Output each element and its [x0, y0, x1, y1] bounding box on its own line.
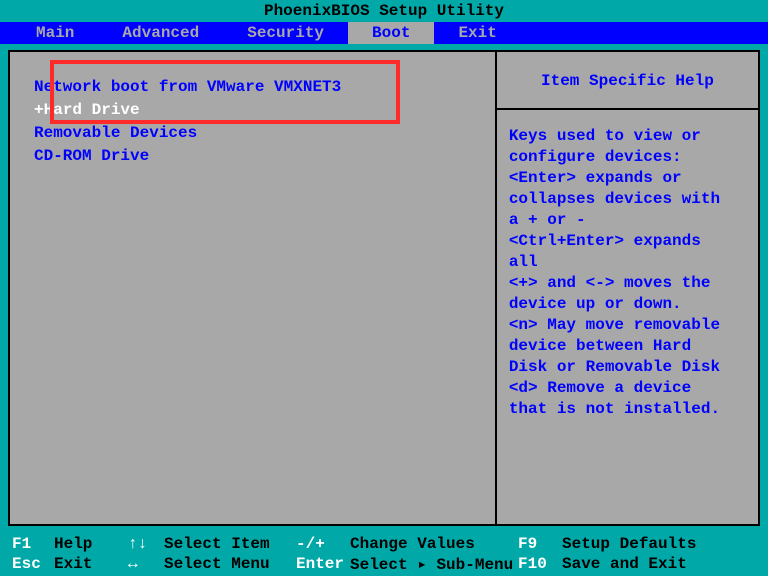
- boot-device-list[interactable]: Network boot from VMware VMXNET3 +Hard D…: [26, 76, 479, 168]
- boot-item-network[interactable]: Network boot from VMware VMXNET3: [26, 76, 479, 99]
- boot-item-removable[interactable]: Removable Devices: [26, 122, 479, 145]
- help-panel: Item Specific Help Keys used to view or …: [497, 50, 760, 526]
- key-esc: Esc: [12, 555, 54, 573]
- footer-key-legend: F1 Help ↑↓ Select Item -/+ Change Values…: [0, 532, 768, 576]
- menu-main[interactable]: Main: [12, 22, 98, 44]
- boot-item-hard-drive[interactable]: +Hard Drive: [26, 99, 479, 122]
- action-select-submenu: Select ▸ Sub-Menu: [350, 554, 518, 574]
- key-f1: F1: [12, 535, 54, 553]
- key-f10: F10: [518, 555, 562, 573]
- action-select-menu: Select Menu: [164, 555, 296, 573]
- app-title: PhoenixBIOS Setup Utility: [264, 2, 504, 20]
- title-bar: PhoenixBIOS Setup Utility: [0, 0, 768, 22]
- content-area: Network boot from VMware VMXNET3 +Hard D…: [0, 44, 768, 532]
- menu-security[interactable]: Security: [223, 22, 348, 44]
- boot-order-panel: Network boot from VMware VMXNET3 +Hard D…: [8, 50, 497, 526]
- label-help: Help: [54, 535, 128, 553]
- label-exit: Exit: [54, 555, 128, 573]
- label-save-exit: Save and Exit: [562, 555, 687, 573]
- key-enter: Enter: [296, 555, 350, 573]
- action-select-item: Select Item: [164, 535, 296, 553]
- menu-advanced[interactable]: Advanced: [98, 22, 223, 44]
- footer-row-1: F1 Help ↑↓ Select Item -/+ Change Values…: [12, 534, 756, 554]
- menu-exit[interactable]: Exit: [434, 22, 520, 44]
- boot-item-cdrom[interactable]: CD-ROM Drive: [26, 145, 479, 168]
- key-plusminus: -/+: [296, 535, 350, 553]
- help-body: Keys used to view or configure devices: …: [509, 126, 746, 420]
- help-title: Item Specific Help: [497, 60, 758, 110]
- label-setup-defaults: Setup Defaults: [562, 535, 696, 553]
- arrows-updown-icon: ↑↓: [128, 535, 164, 553]
- arrows-leftright-icon: ↔: [128, 555, 164, 573]
- key-f9: F9: [518, 535, 562, 553]
- menu-bar: Main Advanced Security Boot Exit: [0, 22, 768, 44]
- footer-row-2: Esc Exit ↔ Select Menu Enter Select ▸ Su…: [12, 554, 756, 574]
- action-change-values: Change Values: [350, 535, 518, 553]
- menu-boot[interactable]: Boot: [348, 22, 434, 44]
